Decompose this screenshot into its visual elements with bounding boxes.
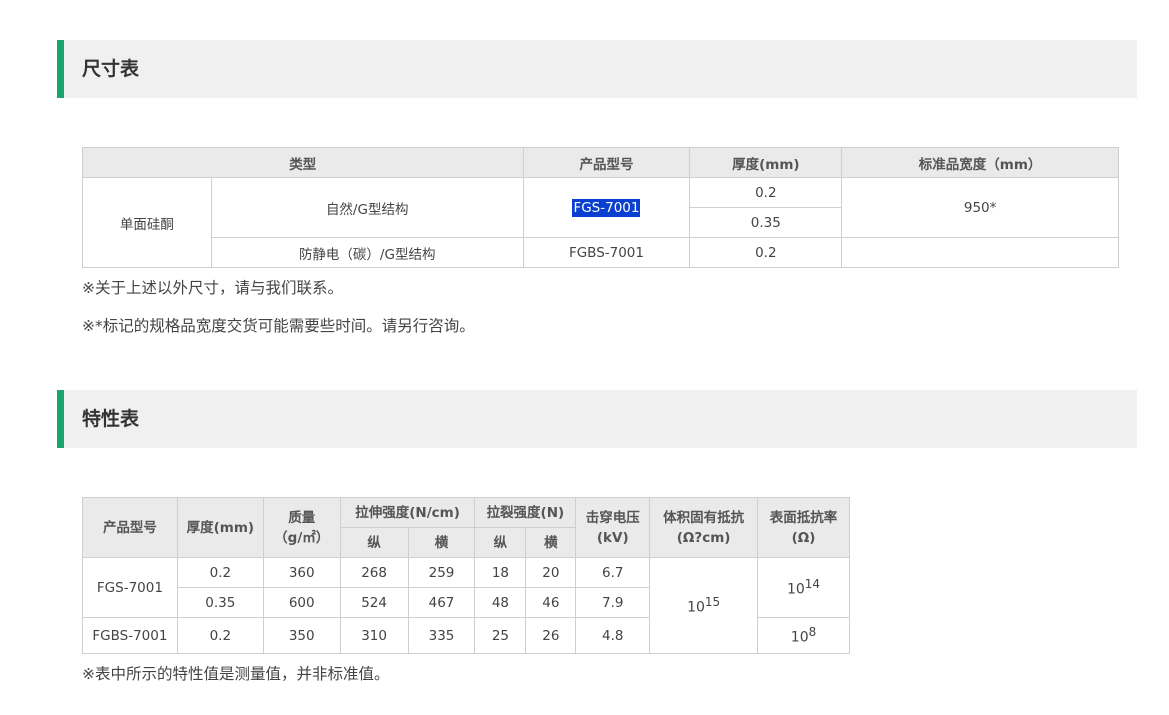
model-cell[interactable]: FGS-7001 [522, 177, 691, 238]
table-header-row: 产品型号 厚度(mm) 质量 （g/㎡） 拉伸强度(N/cm) 拉裂强度(N) 击… [82, 497, 850, 558]
surface-res-cell: 1014 [757, 557, 850, 618]
thickness-cell: 0.35 [176, 587, 264, 618]
tear-trans-cell: 46 [525, 587, 577, 618]
tensile-long-cell: 524 [339, 587, 409, 618]
selected-model-text[interactable]: FGS-7001 [572, 198, 641, 217]
header-model: 产品型号 [82, 497, 178, 558]
tear-long-cell: 18 [474, 557, 527, 588]
header-thickness: 厚度(mm) [689, 147, 843, 178]
mass-cell: 600 [262, 587, 341, 618]
thickness-cell: 0.2 [176, 617, 264, 654]
header-tear-long: 纵 [474, 527, 527, 558]
header-width: 标准品宽度（mm） [841, 147, 1119, 178]
header-breakdown: 击穿电压 (kV) [575, 497, 651, 558]
width-cell-empty [841, 237, 1119, 268]
header-tensile: 拉伸强度(N/cm) [339, 497, 476, 528]
breakdown-cell: 4.8 [575, 617, 651, 654]
breakdown-cell: 7.9 [575, 587, 651, 618]
size-section-title: 尺寸表 [82, 58, 140, 80]
header-thickness: 厚度(mm) [176, 497, 264, 558]
prop-section-title: 特性表 [82, 408, 140, 430]
size-section-header: 尺寸表 [57, 40, 1137, 98]
header-mass: 质量 （g/㎡） [262, 497, 341, 558]
mass-cell: 350 [262, 617, 341, 654]
size-note-2: ※*标记的规格品宽度交货可能需要些时间。请另行咨询。 [82, 317, 475, 335]
header-tensile-trans: 横 [407, 527, 476, 558]
model-cell: FGBS-7001 [522, 237, 691, 268]
header-volume-res: 体积固有抵抗 (Ω?cm) [649, 497, 759, 558]
header-tear: 拉裂强度(N) [474, 497, 577, 528]
tear-long-cell: 25 [474, 617, 527, 654]
surface-res-cell: 108 [757, 617, 850, 654]
tear-trans-cell: 20 [525, 557, 577, 588]
volume-res-cell: 1015 [649, 557, 759, 654]
size-table: 类型 产品型号 厚度(mm) 标准品宽度（mm） 单面硅酮 自然/G型结构 FG… [82, 147, 1119, 268]
tensile-trans-cell: 335 [407, 617, 476, 654]
header-type: 类型 [82, 147, 524, 178]
tear-trans-cell: 26 [525, 617, 577, 654]
thickness-cell: 0.2 [176, 557, 264, 588]
breakdown-cell: 6.7 [575, 557, 651, 588]
thickness-cell: 0.2 [689, 177, 843, 208]
tensile-trans-cell: 259 [407, 557, 476, 588]
thickness-cell: 0.35 [689, 207, 843, 238]
header-model: 产品型号 [522, 147, 691, 178]
table-row: 单面硅酮 自然/G型结构 FGS-7001 0.2 950* [82, 177, 1119, 268]
width-cell: 950* [841, 177, 1119, 238]
prop-note: ※表中所示的特性值是测量值，并非标准值。 [82, 665, 390, 683]
type-cell: 防静电（碳）/G型结构 [210, 237, 524, 268]
properties-table: 产品型号 厚度(mm) 质量 （g/㎡） 拉伸强度(N/cm) 拉裂强度(N) 击… [82, 497, 850, 654]
size-note-1: ※关于上述以外尺寸，请与我们联系。 [82, 279, 343, 297]
model-cell: FGS-7001 [82, 557, 178, 618]
table-row: FGS-7001 0.2 360 268 259 18 20 6.7 1015 … [82, 557, 850, 654]
model-cell: FGBS-7001 [82, 617, 178, 654]
prop-section-header: 特性表 [57, 390, 1137, 448]
tensile-trans-cell: 467 [407, 587, 476, 618]
tear-long-cell: 48 [474, 587, 527, 618]
table-row: 防静电（碳）/G型结构 FGBS-7001 0.2 [83, 237, 1119, 268]
header-surface-res: 表面抵抗率 (Ω) [757, 497, 850, 558]
tensile-long-cell: 268 [339, 557, 409, 588]
header-tear-trans: 横 [525, 527, 577, 558]
mass-cell: 360 [262, 557, 341, 588]
header-tensile-long: 纵 [339, 527, 409, 558]
group-cell: 单面硅酮 [82, 177, 212, 268]
type-cell: 自然/G型结构 [210, 177, 524, 238]
tensile-long-cell: 310 [339, 617, 409, 654]
thickness-cell: 0.2 [689, 237, 843, 268]
table-header-row: 类型 产品型号 厚度(mm) 标准品宽度（mm） [82, 147, 1119, 178]
